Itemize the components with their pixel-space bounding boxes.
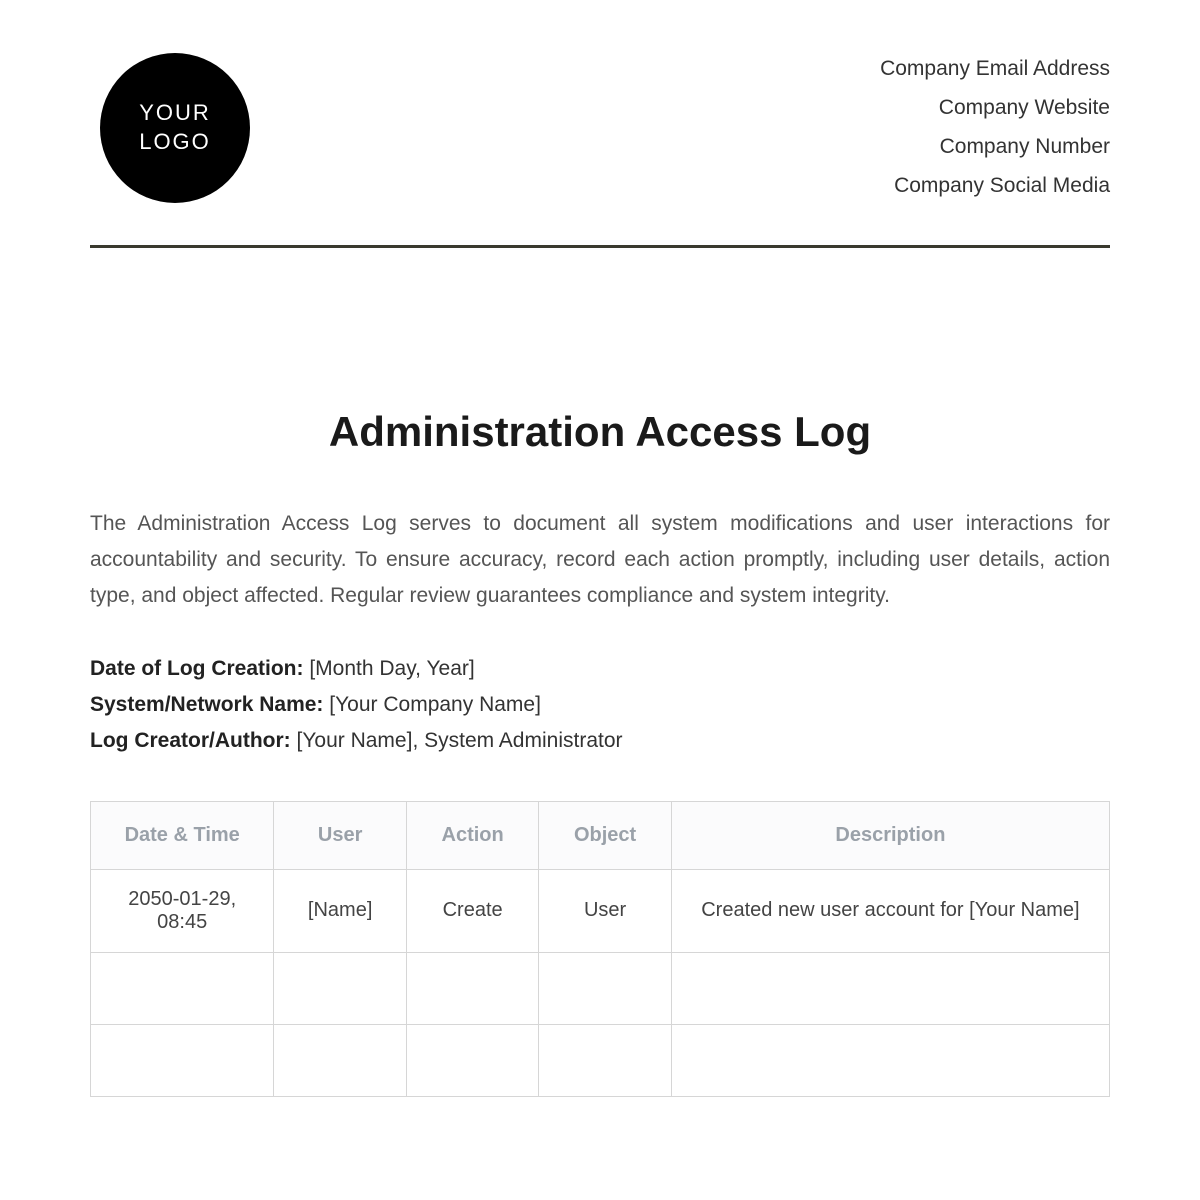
logo-placeholder: YOUR LOGO (100, 53, 250, 203)
meta-system-label: System/Network Name: (90, 693, 323, 716)
th-description: Description (671, 801, 1109, 869)
cell-description (671, 1024, 1109, 1096)
table-row (91, 952, 1110, 1024)
cell-datetime: 2050-01-29, 08:45 (91, 869, 274, 952)
page-title: Administration Access Log (90, 408, 1110, 456)
meta-author: Log Creator/Author: [Your Name], System … (90, 723, 1110, 759)
meta-date-value: [Month Day, Year] (304, 657, 475, 680)
cell-description (671, 952, 1109, 1024)
meta-system-value: [Your Company Name] (323, 693, 541, 716)
company-info-block: Company Email Address Company Website Co… (880, 50, 1110, 205)
cell-action (406, 952, 538, 1024)
meta-block: Date of Log Creation: [Month Day, Year] … (90, 651, 1110, 758)
cell-user (274, 952, 406, 1024)
cell-description: Created new user account for [Your Name] (671, 869, 1109, 952)
meta-date: Date of Log Creation: [Month Day, Year] (90, 651, 1110, 687)
th-action: Action (406, 801, 538, 869)
cell-user: [Name] (274, 869, 406, 952)
logo-line2: LOGO (139, 128, 211, 157)
th-object: Object (539, 801, 671, 869)
cell-action: Create (406, 869, 538, 952)
cell-action (406, 1024, 538, 1096)
cell-user (274, 1024, 406, 1096)
th-user: User (274, 801, 406, 869)
meta-date-label: Date of Log Creation: (90, 657, 304, 680)
cell-object (539, 1024, 671, 1096)
meta-author-label: Log Creator/Author: (90, 729, 291, 752)
company-website: Company Website (880, 89, 1110, 128)
log-table: Date & Time User Action Object Descripti… (90, 801, 1110, 1097)
company-email: Company Email Address (880, 50, 1110, 89)
meta-system: System/Network Name: [Your Company Name] (90, 687, 1110, 723)
table-row (91, 1024, 1110, 1096)
table-row: 2050-01-29, 08:45 [Name] Create User Cre… (91, 869, 1110, 952)
company-number: Company Number (880, 128, 1110, 167)
table-header-row: Date & Time User Action Object Descripti… (91, 801, 1110, 869)
document-header: YOUR LOGO Company Email Address Company … (90, 50, 1110, 235)
logo-line1: YOUR (139, 99, 211, 128)
intro-paragraph: The Administration Access Log serves to … (90, 506, 1110, 613)
cell-datetime (91, 952, 274, 1024)
header-divider (90, 245, 1110, 248)
cell-object: User (539, 869, 671, 952)
cell-object (539, 952, 671, 1024)
meta-author-value: [Your Name], System Administrator (291, 729, 623, 752)
th-datetime: Date & Time (91, 801, 274, 869)
cell-datetime (91, 1024, 274, 1096)
company-social: Company Social Media (880, 167, 1110, 206)
